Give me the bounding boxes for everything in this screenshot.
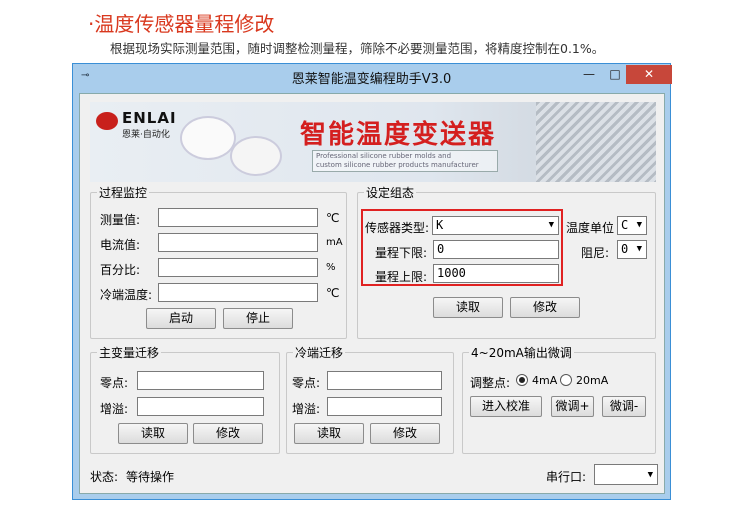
main-read-button[interactable]: 读取 [118, 423, 188, 444]
cold-modify-button[interactable]: 修改 [370, 423, 440, 444]
group-title: 过程监控 [99, 186, 148, 200]
chevron-down-icon: ▼ [636, 220, 642, 230]
damping-label: 阻尼: [581, 246, 610, 260]
group-title: 4~20mA输出微调 [471, 346, 572, 360]
cold-zero-field[interactable] [327, 371, 442, 390]
cold-read-button[interactable]: 读取 [294, 423, 364, 444]
range-upper-field[interactable]: 1000 [433, 264, 559, 283]
chevron-down-icon: ▼ [548, 220, 554, 230]
product-image [180, 116, 236, 160]
cold-junction-field[interactable] [158, 283, 318, 302]
temp-unit-label: 温度单位 [566, 221, 615, 235]
cold-gain-field[interactable] [327, 397, 442, 416]
cold-junction-label: 冷端温度: [100, 288, 153, 302]
measure-field[interactable] [158, 208, 318, 227]
selected-value: 0 [621, 242, 629, 256]
start-button[interactable]: 启动 [146, 308, 216, 329]
radio-4ma-label: 4mA [532, 374, 558, 387]
selected-value: K [436, 218, 444, 232]
main-modify-button[interactable]: 修改 [193, 423, 263, 444]
measure-unit: ℃ [326, 211, 340, 225]
selected-value: C [621, 218, 629, 232]
current-label: 电流值: [100, 238, 141, 252]
app-window: ⊸ 恩莱智能温变编程助手V3.0 — □ ✕ ENLAI 恩莱·自动化 智能温度… [72, 63, 672, 500]
minimize-button[interactable]: — [576, 65, 602, 84]
trim-up-button[interactable]: 微调+ [551, 396, 594, 417]
group-title: 冷端迁移 [295, 346, 344, 360]
gain-label: 增溢: [292, 402, 321, 416]
percent-unit: % [326, 262, 336, 273]
stop-button[interactable]: 停止 [223, 308, 293, 329]
range-upper-label: 量程上限: [375, 270, 428, 284]
range-lower-label: 量程下限: [375, 246, 428, 260]
maximize-button[interactable]: □ [602, 65, 628, 84]
range-lower-field[interactable]: 0 [433, 240, 559, 259]
group-title: 主变量迁移 [99, 346, 160, 360]
radio-20ma-label: 20mA [576, 374, 609, 387]
tagline-line: custom silicone rubber products manufact… [316, 161, 479, 169]
status-value: 等待操作 [126, 470, 175, 484]
percent-field[interactable] [158, 258, 318, 277]
current-unit: mA [326, 237, 343, 248]
current-field[interactable] [158, 233, 318, 252]
serial-port-select[interactable]: ▼ [594, 464, 658, 485]
adjust-point-label: 调整点: [470, 376, 511, 390]
status-label: 状态: [90, 470, 119, 484]
temp-unit-select[interactable]: C ▼ [617, 216, 647, 235]
tagline-line: Professional silicone rubber molds and [316, 152, 452, 160]
banner: ENLAI 恩莱·自动化 智能温度变送器 Professional silico… [90, 102, 656, 182]
decorative-graphic [536, 102, 656, 182]
serial-port-label: 串行口: [546, 470, 587, 484]
banner-tagline: Professional silicone rubber molds and c… [312, 150, 498, 172]
enter-calibration-button[interactable]: 进入校准 [470, 396, 542, 417]
radio-4ma[interactable] [516, 374, 528, 386]
title-bar: ⊸ 恩莱智能温变编程助手V3.0 — □ ✕ [73, 64, 672, 88]
chevron-down-icon: ▼ [647, 470, 653, 480]
damping-select[interactable]: 0 ▼ [617, 240, 647, 259]
close-button[interactable]: ✕ [626, 65, 672, 84]
gain-label: 增溢: [100, 402, 129, 416]
percent-label: 百分比: [100, 263, 141, 277]
page-heading: ·温度传感器量程修改 [88, 12, 275, 36]
modify-config-button[interactable]: 修改 [510, 297, 580, 318]
page-subtitle: 根据现场实际测量范围，随时调整检测量程，筛除不必要测量范围，将精度控制在0.1%… [110, 41, 605, 56]
trim-down-button[interactable]: 微调- [602, 396, 646, 417]
cold-junction-unit: ℃ [326, 286, 340, 300]
group-title: 设定组态 [366, 186, 415, 200]
main-gain-field[interactable] [137, 397, 264, 416]
logo-subtitle: 恩莱·自动化 [122, 130, 170, 140]
radio-20ma[interactable] [560, 374, 572, 386]
main-zero-field[interactable] [137, 371, 264, 390]
sensor-type-select[interactable]: K ▼ [432, 216, 559, 235]
logo-icon [96, 112, 118, 130]
zero-label: 零点: [100, 376, 129, 390]
product-image [230, 136, 282, 176]
client-area: ENLAI 恩莱·自动化 智能温度变送器 Professional silico… [79, 93, 665, 494]
chevron-down-icon: ▼ [636, 244, 642, 254]
zero-label: 零点: [292, 376, 321, 390]
sensor-type-label: 传感器类型: [365, 221, 430, 235]
logo-text: ENLAI [122, 109, 177, 127]
measure-label: 测量值: [100, 213, 141, 227]
banner-title: 智能温度变送器 [300, 120, 497, 150]
read-config-button[interactable]: 读取 [433, 297, 503, 318]
